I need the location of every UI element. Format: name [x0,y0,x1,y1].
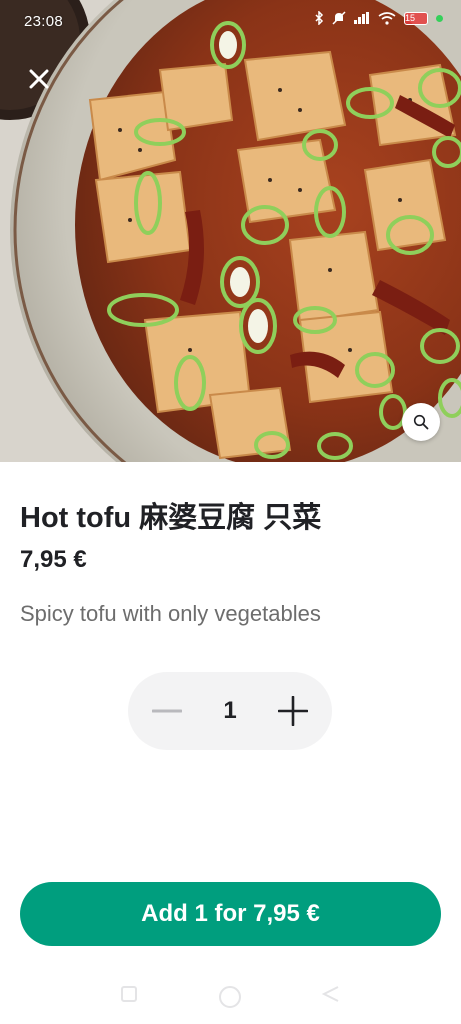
status-time: 23:08 [24,13,64,30]
decrease-quantity-button[interactable] [148,693,186,729]
recents-icon[interactable] [120,985,138,1008]
increase-quantity-button[interactable] [274,693,312,729]
back-icon[interactable] [321,985,340,1008]
signal-icon [354,12,370,24]
battery-icon: 15 [404,11,428,25]
home-icon[interactable] [218,985,242,1014]
item-title: Hot tofu 麻婆豆腐 只菜 [20,502,322,534]
search-icon [413,414,429,430]
zoom-image-button[interactable] [402,403,440,441]
close-button[interactable] [22,62,56,96]
bluetooth-icon [314,11,324,25]
plus-icon [278,696,308,726]
food-photo [0,0,461,462]
mute-icon [332,11,346,25]
status-icons: 15 [314,11,443,25]
item-description: Spicy tofu with only vegetables [20,601,321,626]
minus-icon [152,709,182,713]
system-nav-bar [0,975,461,1024]
quantity-stepper: 1 [128,672,332,750]
close-icon [29,69,49,89]
status-dot [436,14,443,22]
quantity-value: 1 [223,697,237,724]
item-hero-image: 23:08 15 [0,0,461,462]
item-price: 7,95 € [20,546,87,573]
add-to-order-button[interactable]: Add 1 for 7,95 € [20,882,441,946]
wifi-icon [378,11,396,25]
status-bar: 23:08 15 [0,0,461,44]
